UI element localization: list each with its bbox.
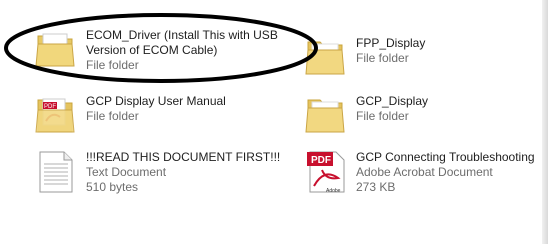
item-type: File folder bbox=[356, 51, 409, 65]
item-name: !!!READ THIS DOCUMENT FIRST!!! bbox=[86, 150, 281, 164]
file-item-gcp-connecting-troubleshooting[interactable]: PDF Adobe GCP Connecting Troubleshooting… bbox=[304, 150, 544, 200]
item-type: File folder bbox=[356, 109, 409, 123]
item-type: File folder bbox=[86, 58, 139, 72]
item-size: 510 bytes bbox=[86, 180, 139, 194]
item-type: Adobe Acrobat Document bbox=[356, 165, 493, 179]
file-item-read-this-document-first[interactable]: !!!READ THIS DOCUMENT FIRST!!! Text Docu… bbox=[34, 150, 294, 200]
item-name: GCP_Display bbox=[356, 94, 429, 108]
folder-pdf-icon: PDF bbox=[35, 98, 75, 133]
item-name: ECOM_Driver (Install This with USB Versi… bbox=[86, 28, 278, 57]
window-right-border bbox=[542, 0, 548, 244]
folder-icon bbox=[305, 41, 345, 75]
item-type: Text Document bbox=[86, 165, 167, 179]
file-list-pane: E ECOM_Driver (Install This with USB Ver… bbox=[0, 0, 548, 244]
folder-ecom-icon: E bbox=[35, 33, 75, 67]
item-size: 273 KB bbox=[356, 180, 396, 194]
file-item-fpp-display[interactable]: FPP_Display File folder bbox=[304, 36, 524, 80]
svg-text:PDF: PDF bbox=[311, 155, 331, 166]
text-document-icon bbox=[39, 151, 73, 193]
item-name: GCP Display User Manual bbox=[86, 94, 226, 108]
item-name: GCP Connecting Troubleshooting bbox=[356, 150, 535, 164]
svg-text:Adobe: Adobe bbox=[326, 188, 341, 194]
pdf-document-icon: PDF Adobe bbox=[307, 151, 345, 194]
svg-text:PDF: PDF bbox=[44, 104, 56, 110]
item-type: File folder bbox=[86, 109, 139, 123]
file-item-gcp-display-user-manual[interactable]: PDF GCP Display User Manual File folder bbox=[34, 94, 294, 138]
folder-icon bbox=[305, 99, 345, 133]
file-item-ecom-driver[interactable]: E ECOM_Driver (Install This with USB Ver… bbox=[34, 28, 304, 78]
file-item-gcp-display[interactable]: GCP_Display File folder bbox=[304, 94, 524, 138]
item-name: FPP_Display bbox=[356, 36, 426, 50]
